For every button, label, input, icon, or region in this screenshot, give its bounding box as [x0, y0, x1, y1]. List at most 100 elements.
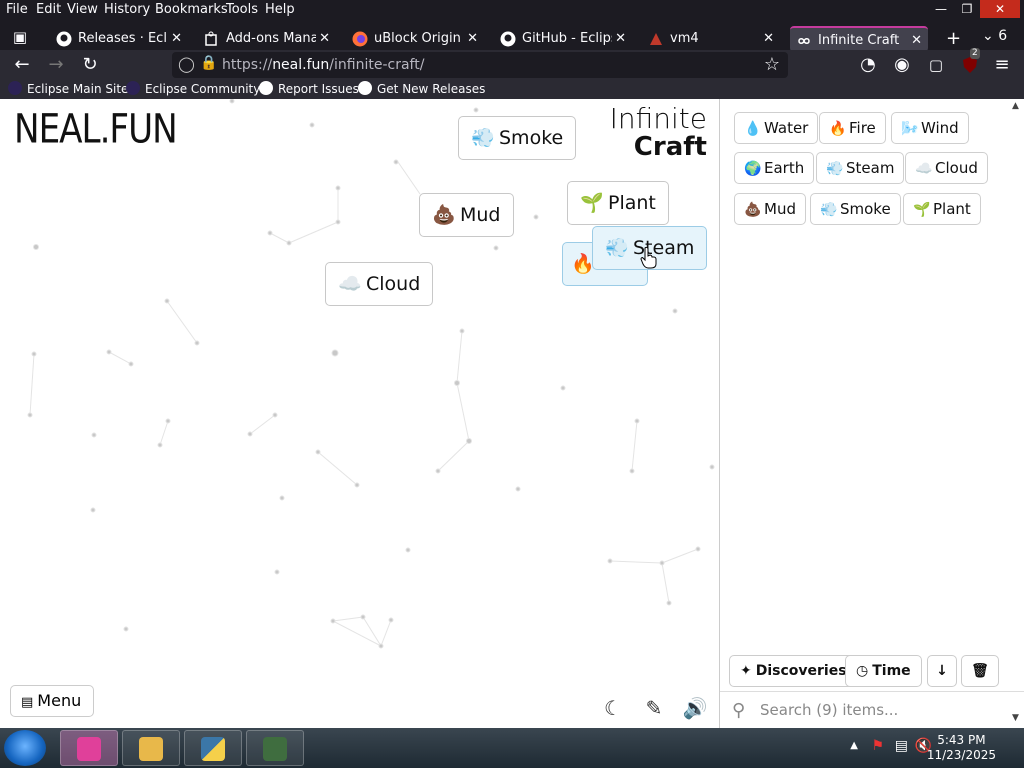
close-tab-icon[interactable]: ✕: [763, 26, 774, 52]
element-label: Mud: [460, 204, 501, 226]
pocket-icon[interactable]: ◔: [856, 54, 880, 76]
sparkle-icon: ✦: [740, 663, 752, 679]
url-bar[interactable]: ◯ 🔒 https://neal.fun/infinite-craft/ ☆: [172, 52, 788, 78]
chevron-down-icon: ⌄: [982, 28, 994, 44]
network-error-icon[interactable]: ⚑: [871, 738, 884, 754]
tray-expand-icon[interactable]: ▲: [850, 740, 858, 751]
bookmark-report-issues[interactable]: Report Issues: [259, 81, 359, 96]
cloud-icon: ☁️: [915, 161, 933, 177]
sidebar-item-mud[interactable]: 💩 Mud: [734, 193, 806, 225]
sidebar-item-steam[interactable]: 💨 Steam: [816, 152, 905, 184]
start-button[interactable]: [4, 730, 46, 766]
tab-addons[interactable]: Add-ons Manage ✕: [198, 26, 336, 52]
sound-icon[interactable]: 🔊: [682, 695, 708, 721]
close-tab-icon[interactable]: ✕: [171, 26, 182, 52]
sidebar-item-water[interactable]: 💧 Water: [734, 112, 819, 144]
tab-list-button[interactable]: ⌄ 6: [982, 28, 1007, 44]
sidebar-item-smoke[interactable]: 💨 Smoke: [810, 193, 901, 225]
sidebar-item-cloud[interactable]: ☁️ Cloud: [905, 152, 988, 184]
discoveries-button[interactable]: ✦ Discoveries: [729, 655, 858, 687]
canvas-element-plant[interactable]: 🌱 Plant: [567, 181, 669, 225]
close-tab-icon[interactable]: ✕: [467, 26, 478, 52]
search-input[interactable]: Search (9) items...: [760, 701, 898, 719]
firefox-view-icon[interactable]: ▣: [8, 26, 32, 48]
search-icon: ⚲: [732, 700, 746, 721]
bookmark-eclipse-community[interactable]: Eclipse Community: [126, 81, 260, 96]
bookmark-get-new-releases[interactable]: Get New Releases: [358, 81, 485, 96]
mud-icon: 💩: [432, 204, 456, 226]
menu-history[interactable]: History: [104, 2, 150, 17]
tab-infinite-craft[interactable]: Infinite Craft ✕: [790, 26, 928, 52]
account-icon[interactable]: ◉: [890, 54, 914, 76]
sidebar-item-fire[interactable]: 🔥 Fire: [819, 112, 886, 144]
shield-icon[interactable]: ◯: [178, 55, 195, 73]
extensions-icon[interactable]: ▢: [924, 54, 948, 76]
reload-icon[interactable]: ↻: [78, 54, 102, 76]
scroll-up-icon[interactable]: ▲: [1012, 101, 1022, 111]
vm-icon: [650, 33, 662, 45]
taskbar-app-python[interactable]: [184, 730, 242, 766]
scroll-down-icon[interactable]: ▼: [1012, 713, 1022, 723]
bookmarks-toolbar: Eclipse Main Site Eclipse Community Repo…: [0, 78, 1024, 100]
clock-time: 5:43 PM: [937, 733, 986, 747]
url-text[interactable]: https://neal.fun/infinite-craft/: [222, 57, 424, 73]
sidebar-item-plant[interactable]: 🌱 Plant: [903, 193, 981, 225]
taskbar-app-pink[interactable]: [60, 730, 118, 766]
menu-help[interactable]: Help: [265, 2, 295, 17]
clock[interactable]: 5:43 PM 11/23/2025: [927, 733, 996, 763]
arrow-down-icon: ↓: [936, 663, 948, 679]
menu-view[interactable]: View: [67, 2, 98, 17]
lock-icon[interactable]: 🔒: [200, 55, 217, 71]
menu-tools[interactable]: Tools: [226, 2, 258, 17]
cloud-icon: ☁️: [338, 273, 362, 295]
craft-canvas[interactable]: NEAL.FUN Infinite Craft 💨 Smoke 💩 Mud 🌱 Pla…: [0, 99, 719, 729]
eclipse-icon: [126, 81, 140, 95]
puzzle-icon: [205, 31, 217, 46]
hamburger-menu-icon[interactable]: ≡: [990, 54, 1014, 76]
canvas-element-cloud[interactable]: ☁️ Cloud: [325, 262, 434, 306]
plant-icon: 🌱: [913, 202, 931, 218]
bookmark-star-icon[interactable]: ☆: [764, 54, 780, 75]
sort-direction-button[interactable]: ↓: [927, 655, 957, 687]
canvas-element-mud[interactable]: 💩 Mud: [419, 193, 514, 237]
close-tab-icon[interactable]: ✕: [319, 26, 330, 52]
forward-icon[interactable]: →: [44, 54, 68, 76]
steam-icon: 💨: [605, 237, 629, 259]
menu-file[interactable]: File: [6, 2, 28, 17]
sidebar-item-earth[interactable]: 🌍 Earth: [734, 152, 815, 184]
minimize-icon[interactable]: —: [928, 0, 954, 18]
navigation-bar: ← → ↻ ◯ 🔒 https://neal.fun/infinite-craf…: [0, 48, 1024, 80]
tab-ublock[interactable]: uBlock Origin – C ✕: [346, 26, 484, 52]
bookmark-eclipse-main-site[interactable]: Eclipse Main Site: [8, 81, 128, 96]
github-icon: [500, 31, 516, 47]
sidebar-item-wind[interactable]: 🌬️ Wind: [891, 112, 969, 144]
canvas-element-smoke[interactable]: 💨 Smoke: [458, 116, 577, 160]
taskbar-app-monitor[interactable]: [246, 730, 304, 766]
taskbar-app-explorer[interactable]: [122, 730, 180, 766]
display-icon[interactable]: ▤: [895, 738, 908, 754]
infinity-icon: [798, 38, 810, 44]
close-window-icon[interactable]: ✕: [980, 0, 1020, 18]
tab-releases[interactable]: Releases · Eclipse ✕: [50, 26, 188, 52]
tab-github[interactable]: GitHub - Eclipse- ✕: [494, 26, 632, 52]
broom-clear-icon[interactable]: ✎: [641, 695, 667, 721]
tab-label: Infinite Craft: [818, 33, 900, 48]
menu-button[interactable]: ▤ Menu: [10, 685, 94, 717]
dark-mode-icon[interactable]: ☾: [600, 695, 626, 721]
clock-icon: ◷: [856, 663, 869, 679]
neal-fun-logo[interactable]: NEAL.FUN: [14, 106, 178, 152]
restore-icon[interactable]: ❐: [954, 0, 980, 18]
smoke-icon: 💨: [820, 202, 838, 218]
back-icon[interactable]: ←: [10, 54, 34, 76]
close-tab-icon[interactable]: ✕: [615, 26, 626, 52]
tab-vm4[interactable]: vm4 ✕: [642, 26, 780, 52]
ublock-icon[interactable]: 2: [958, 48, 982, 76]
earth-icon: 🌍: [744, 161, 762, 177]
menu-edit[interactable]: Edit: [36, 2, 61, 17]
menu-bookmarks[interactable]: Bookmarks: [155, 2, 228, 17]
page-title: Infinite Craft: [610, 105, 707, 162]
close-tab-icon[interactable]: ✕: [911, 28, 922, 52]
new-tab-icon[interactable]: +: [946, 28, 961, 49]
sort-time-button[interactable]: ◷ Time: [845, 655, 922, 687]
trash-button[interactable]: 🗑: [961, 655, 999, 687]
